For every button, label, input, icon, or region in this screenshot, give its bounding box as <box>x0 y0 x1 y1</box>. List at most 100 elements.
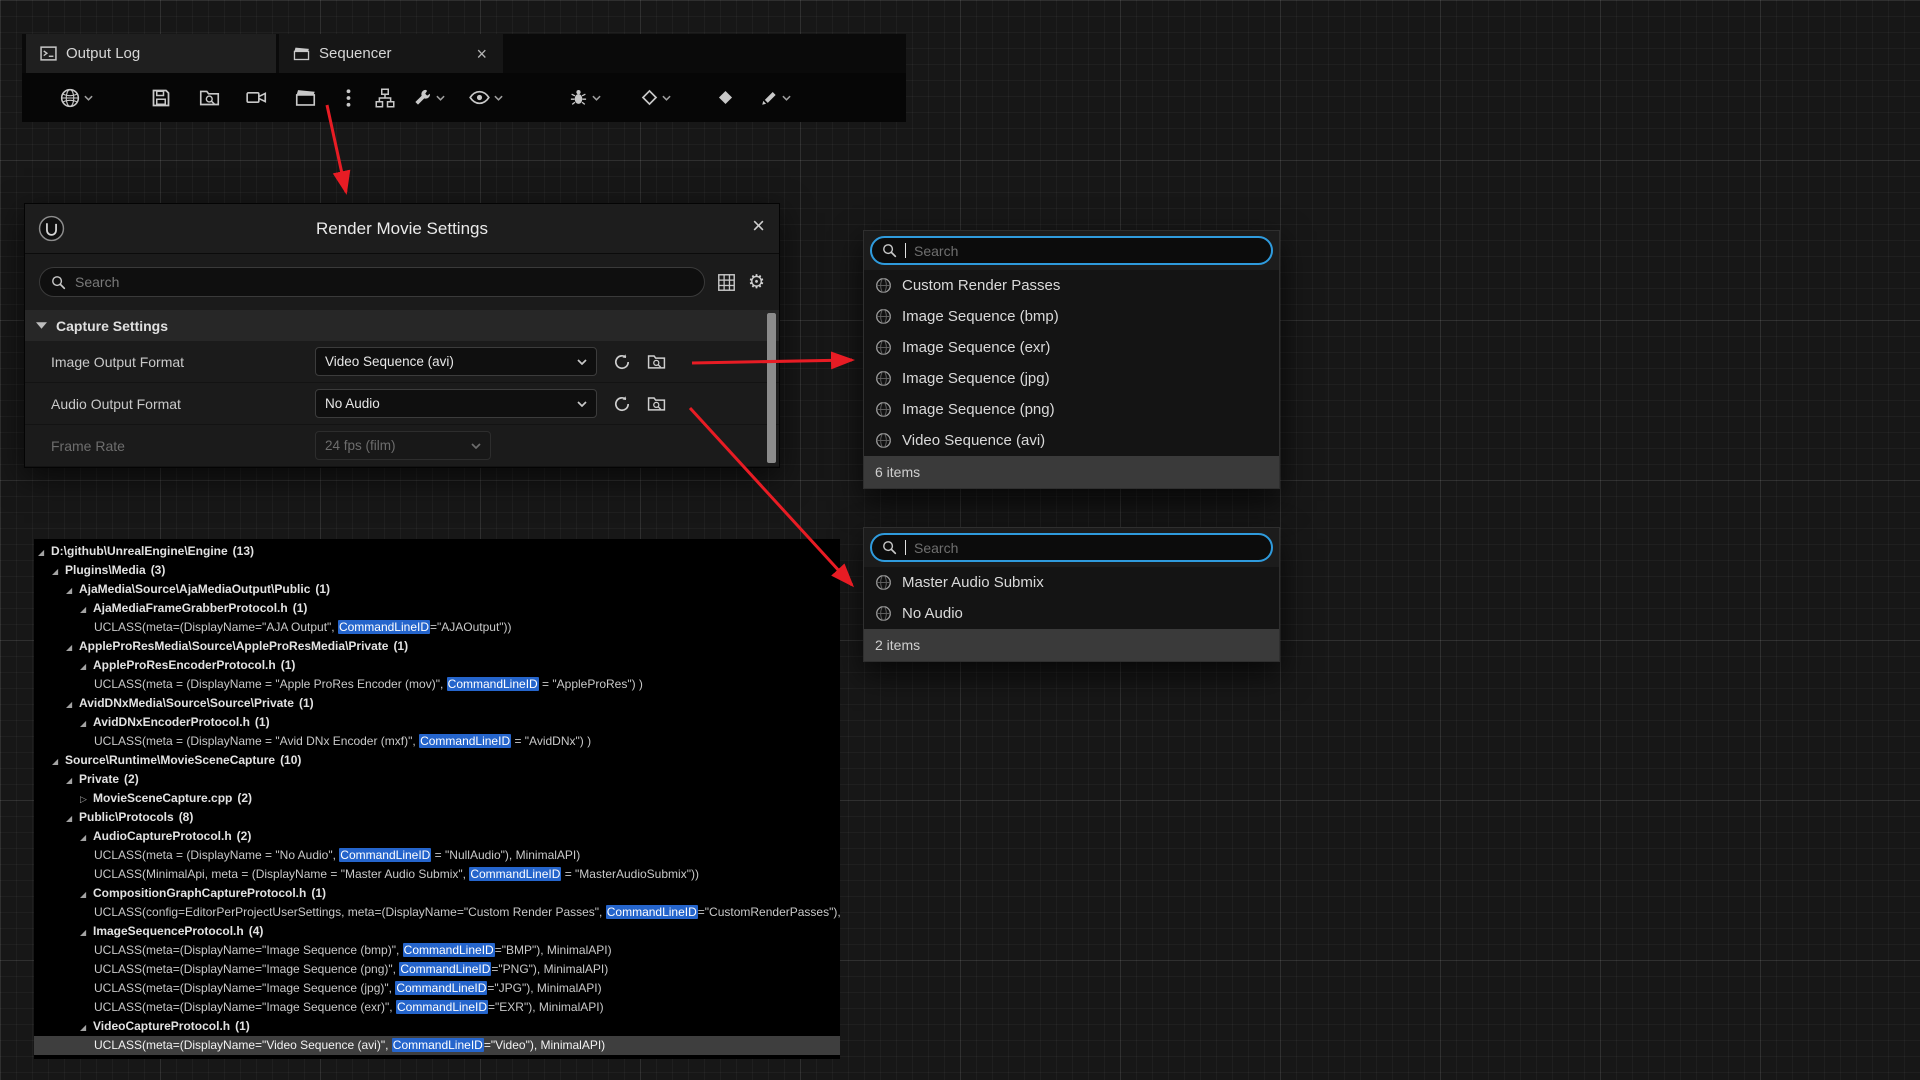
tree-node-file[interactable]: ▷MovieSceneCapture.cpp(2) <box>34 789 840 808</box>
expander-arrow-icon[interactable]: ◢ <box>80 714 93 732</box>
dropdown-option[interactable]: Image Sequence (jpg) <box>864 363 1279 394</box>
tree-node-file[interactable]: ◢CompositionGraphCaptureProtocol.h(1) <box>34 884 840 903</box>
dropdown-option[interactable]: Master Audio Submix <box>864 567 1279 598</box>
tree-node-folder[interactable]: ◢AppleProResMedia\Source\AppleProResMedi… <box>34 637 840 656</box>
grid-view-icon[interactable] <box>717 273 736 292</box>
expander-arrow-icon[interactable]: ◢ <box>80 657 93 675</box>
search-result-code-line[interactable]: UCLASS(meta=(DisplayName="Image Sequence… <box>34 941 840 960</box>
dropdown-option[interactable]: Image Sequence (bmp) <box>864 301 1279 332</box>
search-result-code-line[interactable]: UCLASS(meta = (DisplayName = "Avid DNx E… <box>34 732 840 751</box>
tree-node-folder[interactable]: ◢Source\Runtime\MovieSceneCapture(10) <box>34 751 840 770</box>
dropdown-option[interactable]: No Audio <box>864 598 1279 629</box>
tree-node-file[interactable]: ◢ImageSequenceProtocol.h(4) <box>34 922 840 941</box>
expander-arrow-icon[interactable]: ◢ <box>80 923 93 941</box>
reset-to-default-button[interactable] <box>613 395 631 413</box>
more-options-button[interactable] <box>346 89 351 107</box>
property-dropdown[interactable]: 24 fps (film) <box>315 431 491 460</box>
create-camera-button[interactable] <box>246 89 267 106</box>
class-sphere-icon <box>875 370 892 387</box>
search-result-code-line[interactable]: UCLASS(meta=(DisplayName="Video Sequence… <box>34 1036 840 1055</box>
search-result-code-line[interactable]: UCLASS(meta=(DisplayName="Image Sequence… <box>34 979 840 998</box>
browse-to-asset-button[interactable] <box>647 353 666 370</box>
settings-rows: Image Output Format Video Sequence (avi)… <box>25 341 779 467</box>
expander-arrow-icon[interactable]: ◢ <box>80 600 93 618</box>
expander-arrow-icon[interactable]: ◢ <box>80 885 93 903</box>
tree-node-folder[interactable]: ◢AvidDNxMedia\Source\Source\Private(1) <box>34 694 840 713</box>
tree-node-folder[interactable]: ◢AjaMedia\Source\AjaMediaOutput\Public(1… <box>34 580 840 599</box>
expander-arrow-icon[interactable]: ◢ <box>52 752 65 770</box>
scrollbar-thumb[interactable] <box>767 313 776 463</box>
capture-settings-section-header[interactable]: Capture Settings <box>25 310 779 341</box>
chevron-down-icon <box>577 359 587 365</box>
dropdown-option[interactable]: Image Sequence (exr) <box>864 332 1279 363</box>
edit-options-button[interactable] <box>760 89 791 107</box>
expander-arrow-icon[interactable]: ◢ <box>80 828 93 846</box>
tab-sequencer[interactable]: Sequencer × <box>279 34 503 73</box>
node-label: AjaMediaFrameGrabberProtocol.h <box>93 601 288 615</box>
node-label: AudioCaptureProtocol.h <box>93 829 232 843</box>
expander-arrow-icon[interactable]: ◢ <box>66 771 79 789</box>
camera-icon <box>246 89 267 106</box>
match-count-badge: (13) <box>233 544 254 558</box>
sequencer-toolbar <box>22 73 906 122</box>
expander-arrow-icon[interactable]: ◢ <box>80 1018 93 1036</box>
view-options-button[interactable] <box>469 90 503 105</box>
tree-node-folder[interactable]: ◢D:\github\UnrealEngine\Engine(13) <box>34 542 840 561</box>
tree-node-folder[interactable]: ◢Public\Protocols(8) <box>34 808 840 827</box>
property-dropdown[interactable]: No Audio <box>315 389 597 418</box>
search-result-code-line[interactable]: UCLASS(meta = (DisplayName = "No Audio",… <box>34 846 840 865</box>
dropdown-option[interactable]: Video Sequence (avi) <box>864 425 1279 456</box>
property-row: Frame Rate 24 fps (film) <box>25 425 779 467</box>
node-label: AvidDNxEncoderProtocol.h <box>93 715 250 729</box>
expander-arrow-icon[interactable]: ◢ <box>38 543 51 561</box>
tree-node-file[interactable]: ◢AjaMediaFrameGrabberProtocol.h(1) <box>34 599 840 618</box>
browse-to-asset-button[interactable] <box>647 395 666 412</box>
world-selector-button[interactable] <box>60 88 93 108</box>
expander-arrow-icon[interactable]: ◢ <box>66 809 79 827</box>
expander-arrow-icon[interactable]: ◢ <box>52 562 65 580</box>
expander-arrow-icon[interactable]: ◢ <box>66 581 79 599</box>
close-tab-icon[interactable]: × <box>474 45 489 63</box>
expander-arrow-icon[interactable]: ▷ <box>80 790 93 808</box>
tree-node-folder[interactable]: ◢Private(2) <box>34 770 840 789</box>
search-result-code-line[interactable]: UCLASS(meta=(DisplayName="Image Sequence… <box>34 998 840 1017</box>
search-result-code-line[interactable]: UCLASS(meta = (DisplayName = "Apple ProR… <box>34 675 840 694</box>
browse-content-button[interactable] <box>199 88 220 107</box>
settings-search-input[interactable]: Search <box>39 267 705 297</box>
tree-node-folder[interactable]: ◢Plugins\Media(3) <box>34 561 840 580</box>
reset-to-default-button[interactable] <box>613 353 631 371</box>
dropdown-options-list: Master Audio Submix No Audio <box>864 567 1279 629</box>
actions-button[interactable] <box>413 88 445 107</box>
search-match-highlight: CommandLineID <box>403 943 495 957</box>
dialog-scrollbar[interactable] <box>767 313 776 463</box>
save-button[interactable] <box>151 88 171 108</box>
dialog-close-icon[interactable]: × <box>752 215 765 237</box>
expander-arrow-icon[interactable]: ◢ <box>66 638 79 656</box>
sequencer-hierarchy-button[interactable] <box>375 88 395 108</box>
dropdown-search-input[interactable]: Search <box>870 533 1273 562</box>
dialog-titlebar: Render Movie Settings × <box>25 204 779 254</box>
expander-arrow-icon[interactable]: ◢ <box>66 695 79 713</box>
tree-node-file[interactable]: ◢AudioCaptureProtocol.h(2) <box>34 827 840 846</box>
search-match-highlight: CommandLineID <box>392 1038 484 1052</box>
dropdown-option[interactable]: Custom Render Passes <box>864 270 1279 301</box>
property-dropdown[interactable]: Video Sequence (avi) <box>315 347 597 376</box>
dropdown-option[interactable]: Image Sequence (png) <box>864 394 1279 425</box>
tree-node-file[interactable]: ◢AvidDNxEncoderProtocol.h(1) <box>34 713 840 732</box>
search-result-code-line[interactable]: UCLASS(MinimalApi, meta = (DisplayName =… <box>34 865 840 884</box>
search-result-code-line[interactable]: UCLASS(config=EditorPerProjectUserSettin… <box>34 903 840 922</box>
tab-output-log[interactable]: Output Log <box>26 34 276 73</box>
render-movie-button[interactable] <box>295 88 316 107</box>
folder-search-icon <box>199 88 220 107</box>
playback-options-button[interactable] <box>569 88 601 107</box>
dropdown-value: No Audio <box>325 396 380 411</box>
settings-gear-icon[interactable]: ⚙ <box>748 271 765 293</box>
search-result-code-line[interactable]: UCLASS(meta=(DisplayName="Image Sequence… <box>34 960 840 979</box>
auto-key-button[interactable] <box>717 89 734 106</box>
search-result-code-line[interactable]: UCLASS(meta=(DisplayName="AJA Output", C… <box>34 618 840 637</box>
image-format-dropdown-menu: Search Custom Render Passes Image Sequen… <box>863 230 1280 489</box>
tree-node-file[interactable]: ◢AppleProResEncoderProtocol.h(1) <box>34 656 840 675</box>
dropdown-search-input[interactable]: Search <box>870 236 1273 265</box>
tree-node-file[interactable]: ◢VideoCaptureProtocol.h(1) <box>34 1017 840 1036</box>
keyframe-options-button[interactable] <box>641 89 671 106</box>
